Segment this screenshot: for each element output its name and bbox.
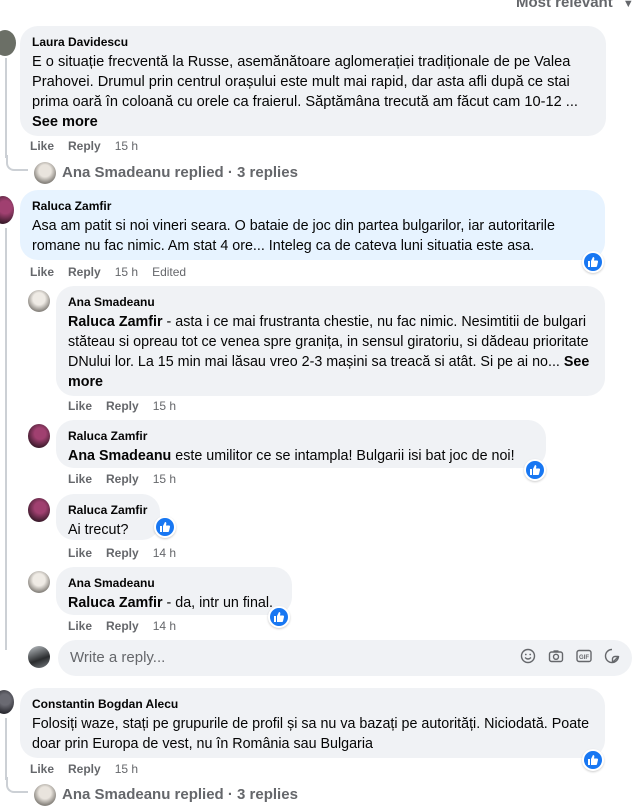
reply-bubble: Raluca Zamfir Ai trecut? xyxy=(56,494,160,540)
camera-icon[interactable] xyxy=(548,648,564,664)
timestamp[interactable]: 15 h xyxy=(153,472,176,486)
timestamp[interactable]: 15 h xyxy=(115,762,138,776)
comment-actions: Like Reply 15 h xyxy=(30,138,152,154)
reply-branch-icon xyxy=(6,777,28,793)
reply-link[interactable]: Reply xyxy=(106,472,139,486)
like-reaction-icon[interactable] xyxy=(268,606,290,628)
reply-text: Raluca Zamfir - asta i ce mai frustranta… xyxy=(68,314,590,390)
like-reaction-icon[interactable] xyxy=(154,516,176,538)
reply-actions: Like Reply 14 h xyxy=(68,618,190,634)
comment-author[interactable]: Raluca Zamfir xyxy=(32,198,593,214)
comment-bubble: Raluca Zamfir Asa am patit si noi vineri… xyxy=(20,190,605,260)
avatar[interactable] xyxy=(28,571,50,593)
reply-author[interactable]: Ana Smadeanu xyxy=(68,575,280,591)
sticker-icon[interactable] xyxy=(604,648,620,664)
thread-line xyxy=(5,58,7,158)
comment-actions: Like Reply 15 h Edited xyxy=(30,264,200,280)
emoji-icon[interactable] xyxy=(520,648,536,664)
avatar xyxy=(34,784,56,806)
like-link[interactable]: Like xyxy=(68,619,92,633)
mention-link[interactable]: Ana Smadeanu xyxy=(68,448,171,464)
reply-author[interactable]: Ana Smadeanu xyxy=(68,294,593,310)
reply-link[interactable]: Reply xyxy=(68,762,101,776)
reply-actions: Like Reply 15 h xyxy=(68,398,190,414)
like-reaction-icon[interactable] xyxy=(524,459,546,481)
avatar[interactable] xyxy=(28,424,50,448)
reply-bubble: Ana Smadeanu Raluca Zamfir - da, intr un… xyxy=(56,567,292,615)
avatar[interactable] xyxy=(28,498,50,522)
avatar[interactable] xyxy=(0,690,14,714)
comment-actions: Like Reply 15 h xyxy=(30,761,152,777)
comment-bubble: Laura Davidescu E o situație frecventă l… xyxy=(20,26,606,136)
reply-actions: Like Reply 15 h xyxy=(68,471,190,487)
mention-link[interactable]: Raluca Zamfir xyxy=(68,595,163,611)
reply-link[interactable]: Reply xyxy=(106,546,139,560)
timestamp[interactable]: 14 h xyxy=(153,619,176,633)
edited-label: Edited xyxy=(152,265,187,279)
comment-text: E o situație frecventă la Russe, asemănă… xyxy=(32,54,578,130)
mention-link[interactable]: Raluca Zamfir xyxy=(68,314,163,330)
reply-link[interactable]: Reply xyxy=(68,265,101,279)
comment-author[interactable]: Constantin Bogdan Alecu xyxy=(32,696,593,712)
avatar[interactable] xyxy=(28,290,50,312)
like-link[interactable]: Like xyxy=(30,762,54,776)
reply-link[interactable]: Reply xyxy=(68,139,101,153)
comment-bubble: Constantin Bogdan Alecu Folosiți waze, s… xyxy=(20,688,605,758)
like-link[interactable]: Like xyxy=(30,265,54,279)
reply-composer[interactable]: Write a reply... GIF xyxy=(58,640,632,676)
chevron-down-icon: ▼ xyxy=(622,0,634,10)
gif-icon[interactable]: GIF xyxy=(576,648,592,664)
reply-input[interactable]: Write a reply... xyxy=(70,649,165,666)
timestamp[interactable]: 15 h xyxy=(115,139,138,153)
thread-line xyxy=(5,718,7,780)
avatar xyxy=(34,162,56,185)
like-link[interactable]: Like xyxy=(68,546,92,560)
avatar xyxy=(28,646,50,668)
reply-bubble: Raluca Zamfir Ana Smadeanu este umilitor… xyxy=(56,420,546,468)
view-replies-link[interactable]: Ana Smadeanu replied · 3 replies xyxy=(6,155,298,185)
like-link[interactable]: Like xyxy=(30,139,54,153)
reply-link[interactable]: Reply xyxy=(106,399,139,413)
reply-link[interactable]: Reply xyxy=(106,619,139,633)
reply-text: Ana Smadeanu este umilitor ce se intampl… xyxy=(68,448,515,464)
thread-line xyxy=(5,228,7,650)
like-link[interactable]: Like xyxy=(68,399,92,413)
comment-author[interactable]: Laura Davidescu xyxy=(32,34,594,50)
view-replies-link[interactable]: Ana Smadeanu replied · 3 replies xyxy=(6,777,298,806)
comment-text: Folosiți waze, stați pe grupurile de pro… xyxy=(32,716,590,752)
reply-text: Ai trecut? xyxy=(68,522,129,538)
reply-branch-icon xyxy=(6,155,28,171)
avatar[interactable] xyxy=(0,196,14,224)
see-more-link[interactable]: See more xyxy=(32,114,98,130)
timestamp[interactable]: 14 h xyxy=(153,546,176,560)
reply-actions: Like Reply 14 h xyxy=(68,545,190,561)
reply-text: Raluca Zamfir - da, intr un final. xyxy=(68,595,274,611)
timestamp[interactable]: 15 h xyxy=(153,399,176,413)
sort-dropdown[interactable]: Most relevant ▼ xyxy=(516,0,634,13)
reply-author[interactable]: Raluca Zamfir xyxy=(68,428,534,444)
reply-bubble: Ana Smadeanu Raluca Zamfir - asta i ce m… xyxy=(56,286,605,396)
like-reaction-icon[interactable] xyxy=(582,749,604,771)
like-link[interactable]: Like xyxy=(68,472,92,486)
reply-author[interactable]: Raluca Zamfir xyxy=(68,502,148,518)
svg-text:GIF: GIF xyxy=(579,655,589,661)
like-reaction-icon[interactable] xyxy=(582,251,604,273)
sort-label: Most relevant xyxy=(516,0,613,11)
comment-text: Asa am patit si noi vineri seara. O bata… xyxy=(32,218,555,254)
timestamp[interactable]: 15 h xyxy=(115,265,138,279)
avatar[interactable] xyxy=(0,30,16,56)
